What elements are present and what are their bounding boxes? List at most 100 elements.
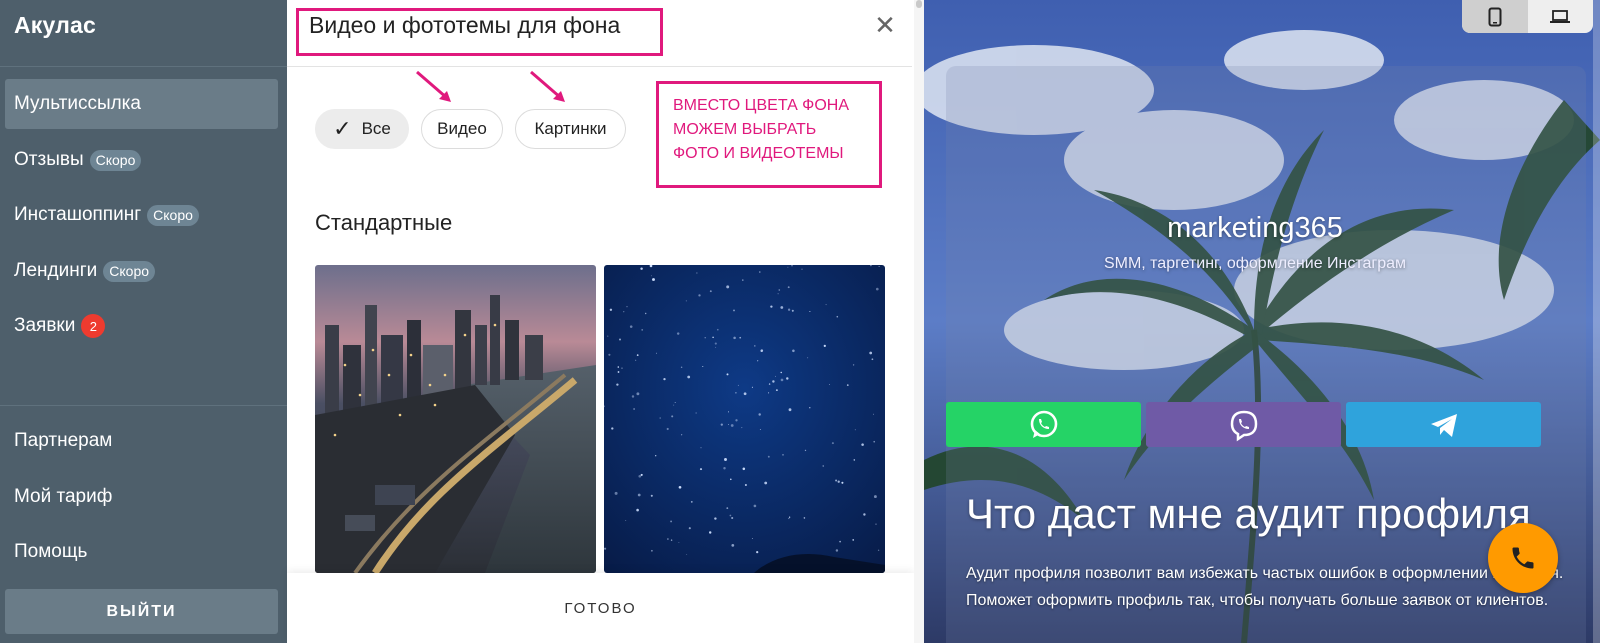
star-dot xyxy=(712,336,714,339)
sidebar-item-help[interactable]: Помощь xyxy=(5,527,278,577)
sidebar-item-landings[interactable]: Лендинги Скоро xyxy=(5,246,278,296)
phone-device-icon xyxy=(1488,7,1502,26)
star-dot xyxy=(700,447,702,449)
star-dot xyxy=(626,306,628,308)
star-dot xyxy=(716,328,719,331)
logout-button[interactable]: ВЫЙТИ xyxy=(5,589,278,634)
viber-button[interactable] xyxy=(1146,402,1341,447)
telegram-button[interactable] xyxy=(1346,402,1541,447)
star-dot xyxy=(751,538,753,539)
star-dot xyxy=(687,375,691,379)
check-icon: ✓ xyxy=(333,116,352,141)
star-dot xyxy=(735,391,737,394)
star-dot xyxy=(788,517,790,520)
star-dot xyxy=(731,516,734,520)
sidebar-divider xyxy=(0,405,287,406)
star-dot xyxy=(667,538,669,540)
phone-icon xyxy=(1512,547,1534,569)
theme-thumbnail-city[interactable] xyxy=(315,265,596,573)
telegram-icon xyxy=(1430,413,1457,437)
star-dot xyxy=(787,266,789,268)
star-dot xyxy=(875,287,879,291)
done-bar: ГОТОВО xyxy=(287,573,914,643)
star-dot xyxy=(772,380,775,383)
star-dot xyxy=(751,386,753,388)
star-dot xyxy=(637,493,641,497)
star-dot xyxy=(680,366,683,369)
star-dot xyxy=(655,455,657,457)
section-title: Стандартные xyxy=(315,210,453,235)
annotation-arrow-icon xyxy=(416,70,451,102)
star-dot xyxy=(670,520,673,523)
starfield-image xyxy=(604,265,885,573)
star-dot xyxy=(731,544,735,547)
mobile-view-button[interactable] xyxy=(1462,0,1528,33)
scrollbar-thumb[interactable] xyxy=(916,0,922,8)
call-button[interactable] xyxy=(1488,523,1558,593)
star-dot xyxy=(735,419,738,422)
star-dot xyxy=(611,427,614,430)
sidebar-item-partners[interactable]: Партнерам xyxy=(5,416,278,466)
sidebar-item-multilink[interactable]: Мультиссылка xyxy=(5,79,278,129)
star-dot xyxy=(726,373,729,376)
star-dot xyxy=(854,429,856,431)
filter-chip-video[interactable]: Видео xyxy=(421,109,503,149)
star-dot xyxy=(787,308,791,311)
star-dot xyxy=(835,479,838,482)
star-dot xyxy=(696,272,698,274)
panel-scrollbar[interactable] xyxy=(914,0,924,643)
star-dot xyxy=(607,335,609,337)
sidebar-item-reviews[interactable]: Отзывы Скоро xyxy=(5,135,278,185)
star-dot xyxy=(685,300,687,302)
sidebar-item-requests[interactable]: Заявки 2 xyxy=(5,301,278,351)
filter-chip-all[interactable]: ✓ Все xyxy=(315,109,409,149)
header-divider xyxy=(287,66,912,67)
filter-chip-images[interactable]: Картинки xyxy=(515,109,626,149)
star-dot xyxy=(702,366,704,367)
star-dot xyxy=(695,412,697,414)
preview-scrollbar[interactable] xyxy=(1593,0,1600,643)
star-dot xyxy=(674,402,676,403)
star-dot xyxy=(757,360,759,362)
done-button[interactable]: ГОТОВО xyxy=(564,600,636,617)
soon-badge: Скоро xyxy=(103,260,156,282)
star-dot xyxy=(728,423,729,425)
whatsapp-button[interactable] xyxy=(946,402,1141,447)
star-dot xyxy=(803,517,806,519)
star-dot xyxy=(778,289,781,291)
star-dot xyxy=(645,312,647,315)
theme-thumbnail-stars[interactable] xyxy=(604,265,885,573)
star-dot xyxy=(690,500,693,503)
star-dot xyxy=(625,520,627,521)
sidebar-item-label: Партнерам xyxy=(14,430,113,451)
star-dot xyxy=(775,389,778,392)
star-dot xyxy=(852,539,855,541)
star-dot xyxy=(640,267,643,270)
soon-badge: Скоро xyxy=(147,204,199,226)
sidebar-item-instashopping[interactable]: Инсташоппинг Скоро xyxy=(5,190,278,240)
star-dot xyxy=(754,345,756,347)
star-dot xyxy=(726,285,730,289)
star-dot xyxy=(869,351,873,355)
sidebar-item-my-plan[interactable]: Мой тариф xyxy=(5,472,278,522)
star-dot xyxy=(737,384,739,386)
star-dot xyxy=(733,309,735,312)
desktop-view-button[interactable] xyxy=(1528,0,1594,33)
star-dot xyxy=(873,495,877,499)
star-dot xyxy=(768,392,770,394)
star-dot xyxy=(780,371,782,374)
star-dot xyxy=(619,338,621,341)
sidebar-item-label: Помощь xyxy=(14,541,88,562)
star-dot xyxy=(733,336,736,340)
close-icon[interactable]: ✕ xyxy=(870,10,900,40)
star-dot xyxy=(636,508,639,512)
star-dot xyxy=(780,306,784,309)
star-dot xyxy=(804,449,807,452)
star-dot xyxy=(640,473,643,476)
star-dot xyxy=(780,378,784,382)
star-dot xyxy=(636,354,639,356)
star-dot xyxy=(714,517,717,520)
star-dot xyxy=(758,413,761,416)
star-dot xyxy=(809,310,811,313)
star-dot xyxy=(730,478,732,481)
